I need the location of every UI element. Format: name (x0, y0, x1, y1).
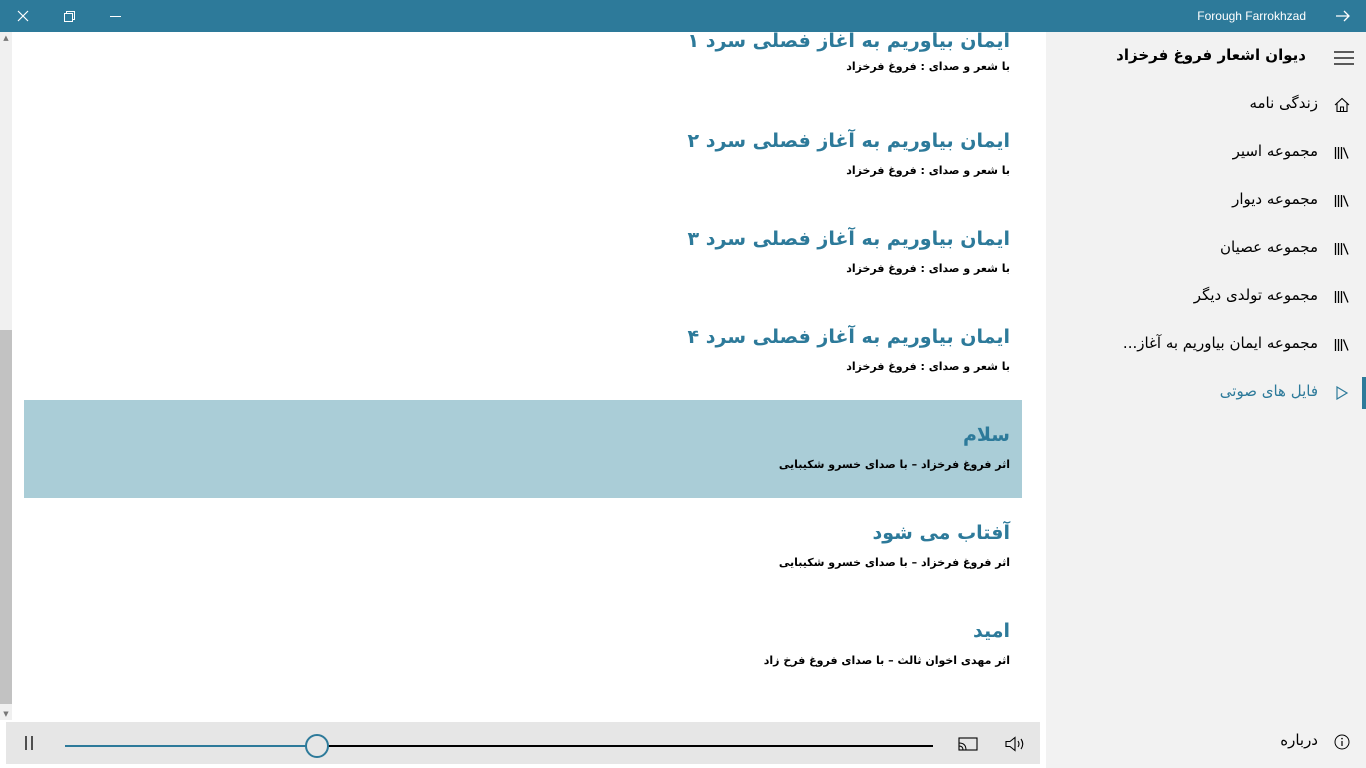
item-title: ایمان بیاوریم به آغاز فصلی سرد ۱ (687, 32, 1010, 52)
minimize-icon (109, 15, 121, 17)
restore-icon (63, 10, 75, 22)
item-title: آفتاب می شود (872, 522, 1011, 544)
volume-icon (1005, 736, 1024, 752)
restore-button[interactable] (46, 0, 92, 32)
item-subtitle: با شعر و صدای : فروغ فرخزاد (846, 164, 1010, 177)
item-subtitle: با شعر و صدای : فروغ فرخزاد (846, 360, 1010, 373)
nav-label: درباره (1280, 731, 1318, 749)
scroll-thumb[interactable] (0, 330, 12, 704)
nav-item-divar[interactable]: مجموعه دیوار (1046, 177, 1366, 225)
list-item[interactable]: امید اثر مهدی اخوان ثالث – با صدای فروغ … (24, 596, 1022, 694)
nav-label: مجموعه عصیان (1220, 238, 1318, 256)
nav-item-asir[interactable]: مجموعه اسیر (1046, 129, 1366, 177)
active-indicator (1362, 377, 1366, 409)
nav-item-iman-biavarim[interactable]: مجموعه ایمان بیاوریم به آغاز... (1046, 321, 1366, 369)
item-subtitle: اثر فروغ فرخزاد – با صدای خسرو شکیبایی (778, 556, 1010, 569)
cast-button[interactable] (956, 734, 980, 754)
seek-slider[interactable] (65, 745, 933, 747)
item-title: ایمان بیاوریم به آغاز فصلی سرد ۳ (687, 228, 1010, 250)
hamburger-icon (1334, 51, 1354, 65)
pause-icon (25, 736, 33, 750)
vertical-scrollbar[interactable]: ▲ ▼ (0, 32, 12, 720)
info-icon (1332, 732, 1352, 752)
item-title: امید (972, 620, 1010, 642)
seek-thumb[interactable] (304, 734, 329, 758)
list-item[interactable]: ایمان بیاوریم به آغاز فصلی سرد ۳ با شعر … (24, 212, 1022, 310)
navigation-pane: دیوان اشعار فروغ فرخزاد زندگی نامه مجموع… (1046, 32, 1366, 768)
nav-label: مجموعه تولدی دیگر (1193, 286, 1318, 304)
item-subtitle: با شعر و صدای : فروغ فرخزاد (846, 262, 1010, 275)
item-title: سلام (962, 424, 1010, 446)
close-button[interactable] (0, 0, 46, 32)
cast-icon (958, 737, 978, 751)
app-title: دیوان اشعار فروغ فرخزاد (1116, 46, 1306, 64)
nav-label: مجموعه دیوار (1232, 190, 1318, 208)
play-icon (1332, 383, 1352, 403)
minimize-button[interactable] (92, 0, 138, 32)
item-title: ایمان بیاوریم به آغاز فصلی سرد ۲ (687, 130, 1010, 152)
list-item[interactable]: ایمان بیاوریم به آغاز فصلی سرد ۲ با شعر … (24, 114, 1022, 212)
home-icon (1332, 95, 1352, 115)
library-icon (1332, 335, 1352, 355)
audio-list: ایمان بیاوریم به آغاز فصلی سرد ۱ با شعر … (12, 32, 1046, 722)
scroll-up-icon[interactable]: ▲ (0, 32, 12, 44)
title-bar: Forough Farrokhzad (0, 0, 1366, 32)
item-subtitle: اثر مهدی اخوان ثالث – با صدای فروغ فرخ ز… (763, 654, 1010, 667)
scroll-down-icon[interactable]: ▼ (0, 708, 12, 720)
nav-item-tavallodi-digar[interactable]: مجموعه تولدی دیگر (1046, 273, 1366, 321)
window-title: Forough Farrokhzad (1197, 9, 1306, 23)
nav-item-audio-files[interactable]: فایل های صوتی (1046, 369, 1366, 417)
nav-label: زندگی نامه (1249, 94, 1318, 112)
nav-item-about[interactable]: درباره (1046, 720, 1366, 768)
nav-label: مجموعه اسیر (1232, 142, 1318, 160)
list-item[interactable]: ایمان بیاوریم به آغاز فصلی سرد ۱ با شعر … (24, 32, 1022, 73)
close-icon (17, 10, 29, 22)
library-icon (1332, 239, 1352, 259)
item-subtitle: با شعر و صدای : فروغ فرخزاد (846, 60, 1010, 73)
library-icon (1332, 191, 1352, 211)
media-player (6, 722, 1040, 764)
volume-button[interactable] (1004, 734, 1028, 754)
library-icon (1332, 287, 1352, 307)
nav-item-biography[interactable]: زندگی نامه (1046, 81, 1366, 129)
list-item[interactable]: ایمان بیاوریم به آغاز فصلی سرد ۴ با شعر … (24, 310, 1022, 408)
list-item-selected[interactable]: سلام اثر فروغ فرخزاد – با صدای خسرو شکیب… (24, 400, 1022, 498)
seek-progress (65, 745, 317, 747)
hamburger-button[interactable] (1332, 46, 1356, 70)
arrow-right-icon (1336, 10, 1350, 22)
item-subtitle: اثر فروغ فرخزاد – با صدای خسرو شکیبایی (778, 458, 1010, 471)
back-button[interactable] (1320, 0, 1366, 32)
list-item[interactable]: آفتاب می شود اثر فروغ فرخزاد – با صدای خ… (24, 498, 1022, 596)
item-title: ایمان بیاوریم به آغاز فصلی سرد ۴ (687, 326, 1010, 348)
pause-button[interactable] (18, 732, 40, 754)
library-icon (1332, 143, 1352, 163)
nav-label: فایل های صوتی (1219, 382, 1318, 400)
nav-label: مجموعه ایمان بیاوریم به آغاز... (1122, 334, 1318, 352)
nav-item-osyan[interactable]: مجموعه عصیان (1046, 225, 1366, 273)
